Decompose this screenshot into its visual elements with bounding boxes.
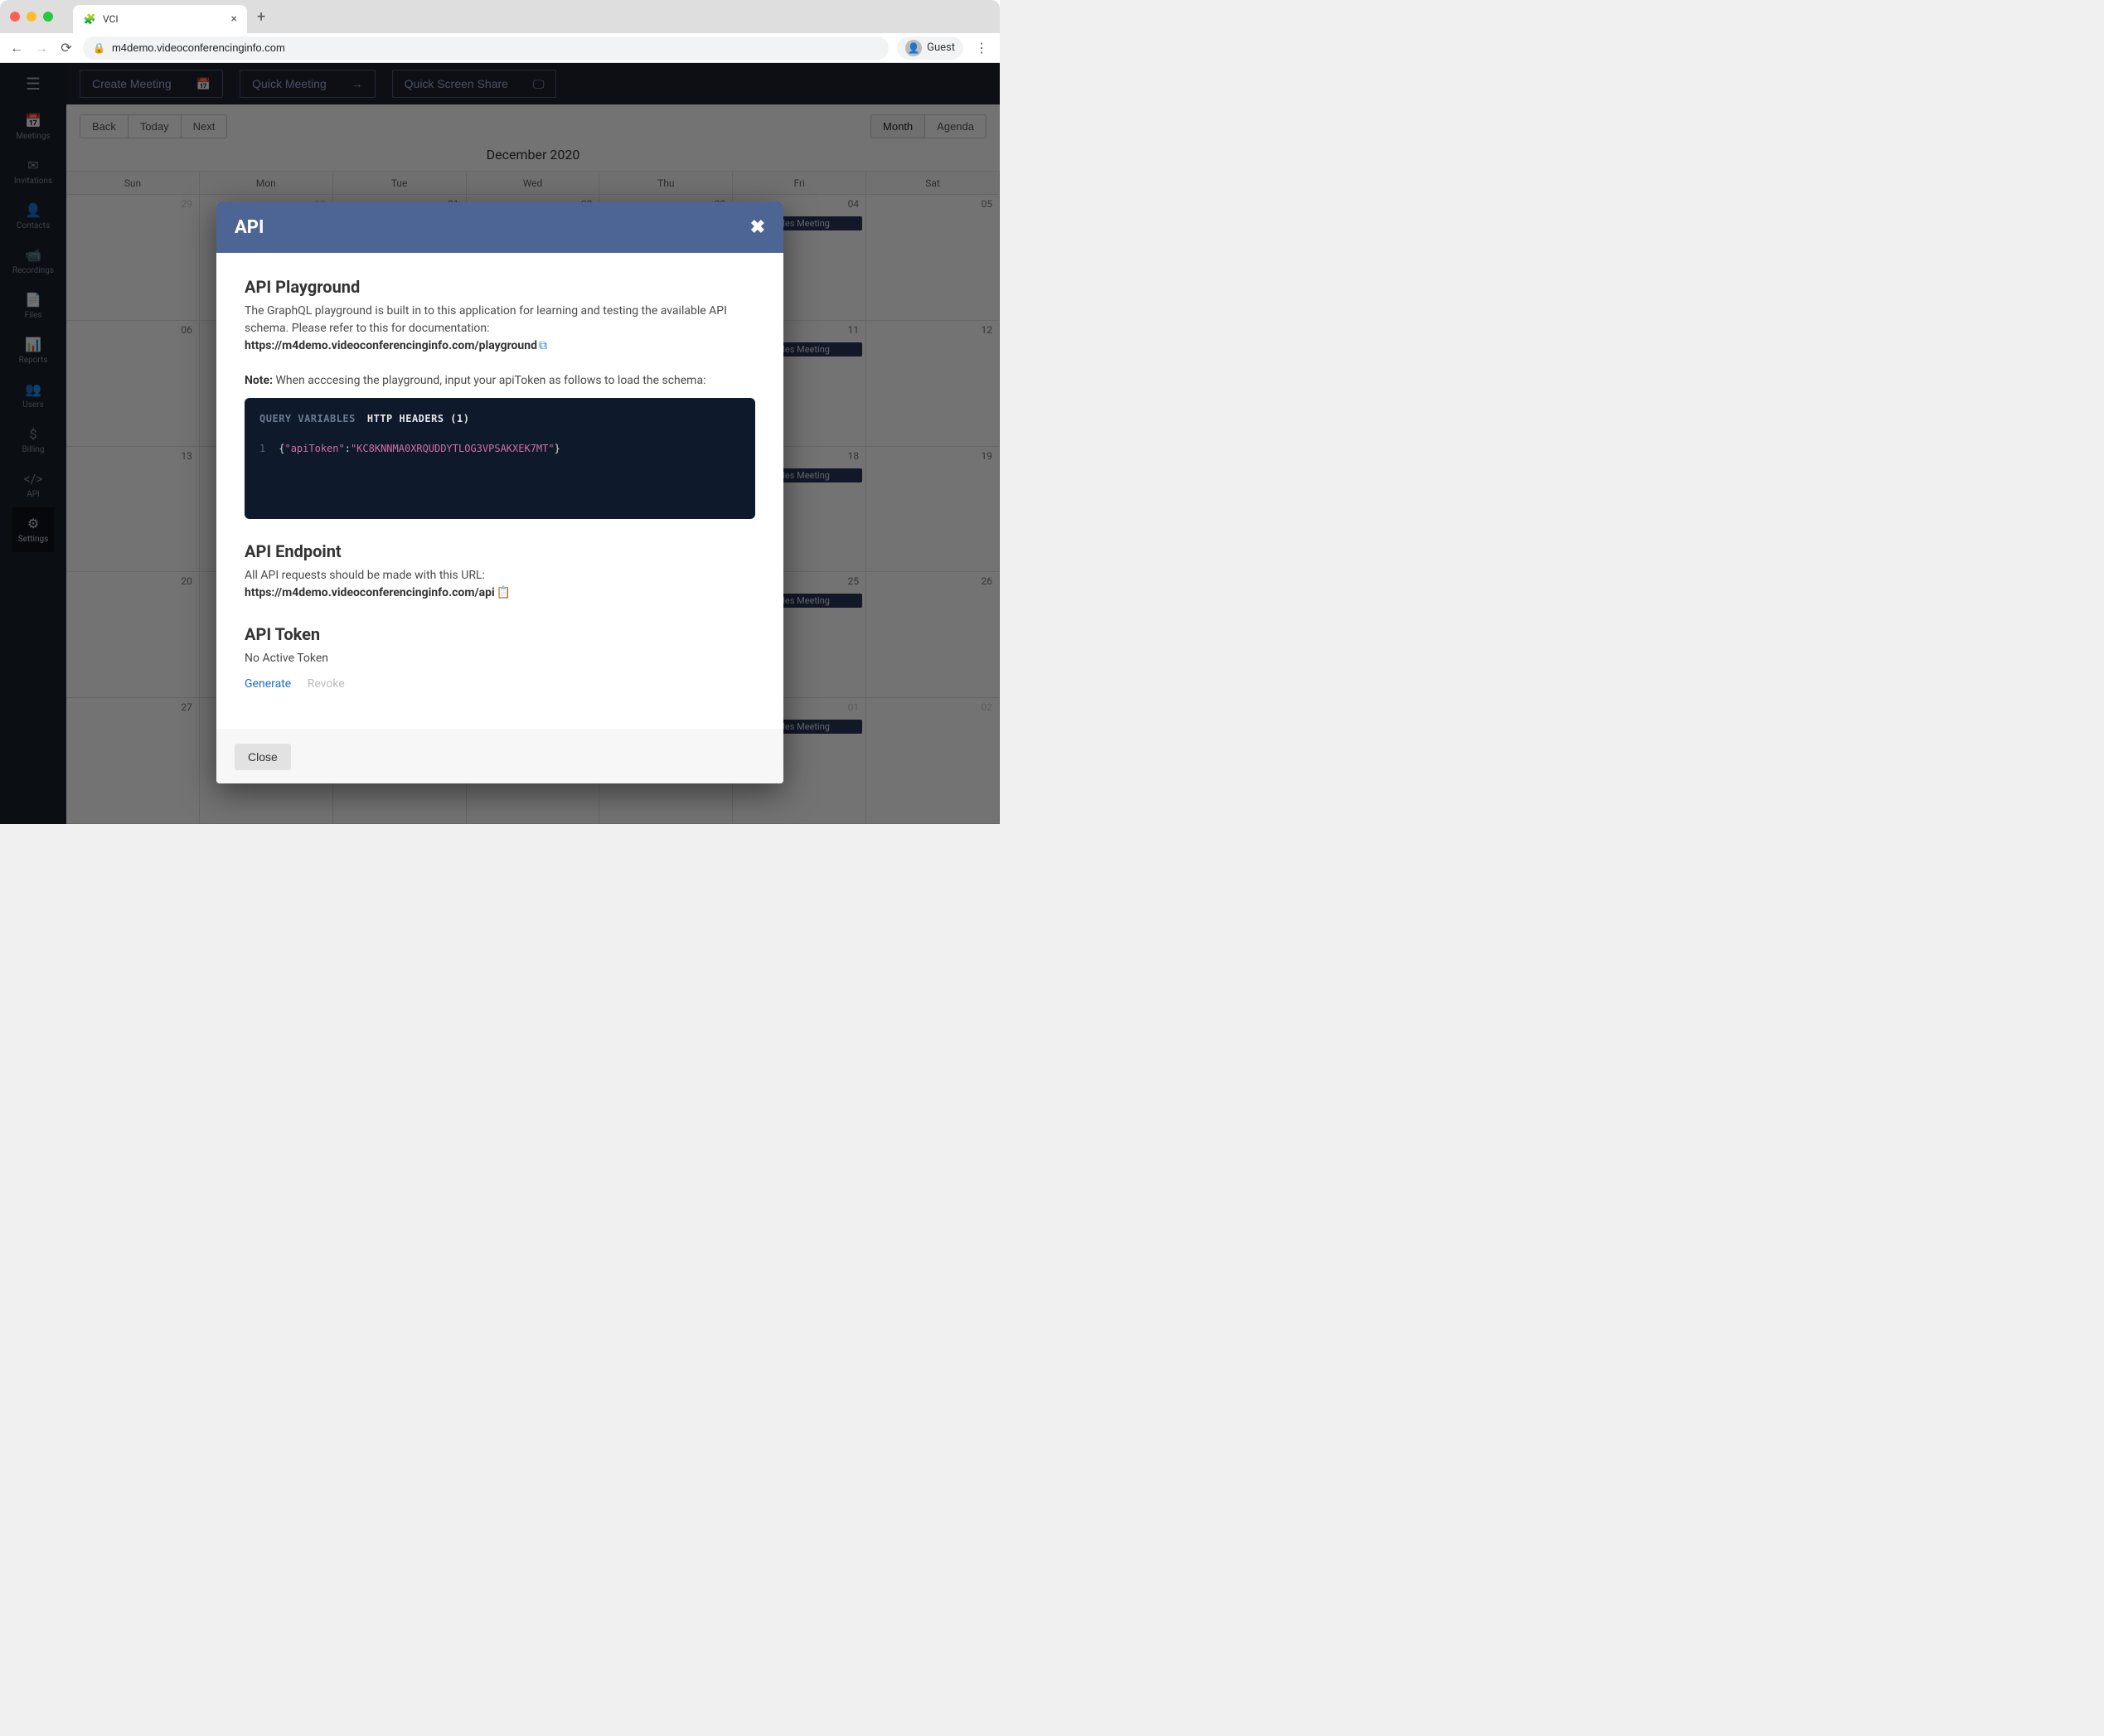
window-titlebar: 🧩 VCI × + (0, 0, 1000, 33)
endpoint-desc: All API requests should be made with thi… (245, 567, 755, 584)
tab-title: VCI (103, 13, 225, 25)
copy-icon[interactable]: 📋 (497, 586, 511, 599)
window-maximize-button[interactable] (43, 12, 53, 22)
code-value: "KC8KNNMA0XRQUDDYTLOG3VPSAKXEK7MT" (351, 443, 555, 454)
modal-close-footer-button[interactable]: Close (235, 744, 291, 770)
browser-toolbar: ← → ⟳ 🔒 👤 Guest ⋮ (0, 33, 1000, 63)
note-text: When acccesing the playground, input you… (273, 374, 705, 387)
nav-back-button[interactable]: ← (8, 40, 25, 56)
code-key: "apiToken" (284, 443, 344, 454)
endpoint-heading: API Endpoint (245, 539, 755, 564)
window-minimize-button[interactable] (27, 12, 36, 22)
browser-menu-button[interactable]: ⋮ (972, 40, 991, 56)
avatar-icon: 👤 (905, 40, 922, 56)
token-heading: API Token (245, 622, 755, 647)
modal-overlay[interactable]: API ✖ API Playground The GraphQL playgro… (0, 63, 1000, 824)
profile-label: Guest (927, 41, 955, 54)
browser-tab[interactable]: 🧩 VCI × (73, 5, 247, 33)
modal-title: API (235, 217, 264, 238)
api-modal: API ✖ API Playground The GraphQL playgro… (216, 202, 783, 783)
new-tab-button[interactable]: + (257, 8, 265, 26)
code-line-number: 1 (259, 441, 265, 456)
lock-icon: 🔒 (93, 42, 105, 54)
code-tab-headers[interactable]: HTTP HEADERS (1) (367, 411, 470, 426)
external-link-icon[interactable]: ⧉ (539, 339, 547, 352)
code-block: QUERY VARIABLES HTTP HEADERS (1) 1 {"api… (245, 398, 755, 519)
endpoint-url: https://m4demo.videoconferencinginfo.com… (245, 586, 495, 599)
nav-forward-button[interactable]: → (33, 40, 50, 56)
url-input[interactable] (112, 41, 879, 54)
tab-close-icon[interactable]: × (231, 12, 237, 26)
code-tab-variables[interactable]: QUERY VARIABLES (259, 411, 356, 426)
revoke-token-link[interactable]: Revoke (308, 677, 345, 691)
modal-close-button[interactable]: ✖ (750, 217, 765, 238)
nav-reload-button[interactable]: ⟳ (58, 40, 75, 56)
tab-favicon-icon: 🧩 (83, 12, 96, 26)
window-close-button[interactable] (10, 12, 20, 22)
token-status: No Active Token (245, 650, 755, 667)
generate-token-link[interactable]: Generate (245, 677, 291, 691)
address-bar[interactable]: 🔒 (83, 36, 889, 60)
playground-desc: The GraphQL playground is built in to th… (245, 303, 755, 337)
profile-button[interactable]: 👤 Guest (897, 36, 963, 60)
playground-heading: API Playground (245, 274, 755, 299)
note-label: Note: (245, 374, 273, 387)
playground-url: https://m4demo.videoconferencinginfo.com… (245, 339, 537, 352)
